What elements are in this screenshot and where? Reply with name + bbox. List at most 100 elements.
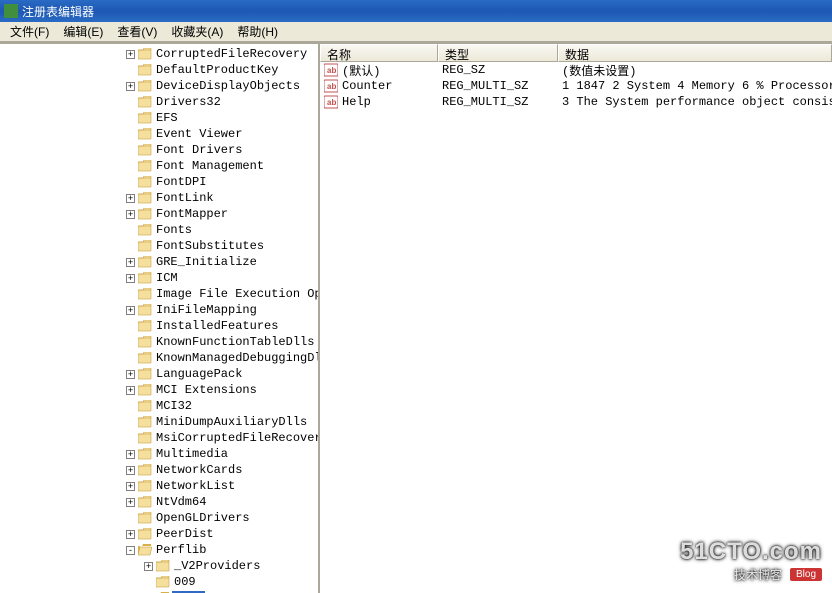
tree-item[interactable]: KnownManagedDebuggingDl [0, 350, 318, 366]
tree-item[interactable]: + Multimedia [0, 446, 318, 462]
col-header-type[interactable]: 类型 [438, 44, 558, 62]
collapse-icon[interactable]: - [126, 546, 135, 555]
tree-item-label[interactable]: PeerDist [154, 527, 216, 541]
tree-item-label[interactable]: NetworkCards [154, 463, 244, 477]
tree-item-label[interactable]: MCI Extensions [154, 383, 259, 397]
tree-item-label[interactable]: Drivers32 [154, 95, 223, 109]
expand-icon[interactable]: + [126, 370, 135, 379]
tree-item[interactable]: + ICM [0, 270, 318, 286]
tree-item-label[interactable]: Event Viewer [154, 127, 244, 141]
tree-item-label[interactable]: Perflib [154, 543, 208, 557]
folder-icon [138, 368, 152, 380]
tree-item[interactable]: MCI32 [0, 398, 318, 414]
tree-item-label[interactable]: IniFileMapping [154, 303, 259, 317]
tree-item[interactable]: + _V2Providers [0, 558, 318, 574]
tree-item-label[interactable]: OpenGLDrivers [154, 511, 252, 525]
tree-item[interactable]: FontDPI [0, 174, 318, 190]
svg-text:ab: ab [327, 82, 336, 91]
tree-item-label[interactable]: MsiCorruptedFileRecover [154, 431, 320, 445]
tree-item[interactable]: KnownFunctionTableDlls [0, 334, 318, 350]
tree-item[interactable]: Font Drivers [0, 142, 318, 158]
tree-item-label[interactable]: CorruptedFileRecovery [154, 47, 309, 61]
tree-item-label[interactable]: FontMapper [154, 207, 230, 221]
tree-item[interactable]: - Perflib [0, 542, 318, 558]
tree-item-label[interactable]: InstalledFeatures [154, 319, 280, 333]
tree-item[interactable]: Image File Execution Op [0, 286, 318, 302]
expand-icon[interactable]: + [126, 258, 135, 267]
menu-favorites[interactable]: 收藏夹(A) [165, 21, 229, 42]
tree-item-label[interactable]: LanguagePack [154, 367, 244, 381]
expand-icon[interactable]: + [144, 562, 153, 571]
tree-item[interactable]: + FontLink [0, 190, 318, 206]
tree-item[interactable]: Font Management [0, 158, 318, 174]
tree-item[interactable]: + FontMapper [0, 206, 318, 222]
tree-item-label[interactable]: GRE_Initialize [154, 255, 259, 269]
expand-icon[interactable]: + [126, 210, 135, 219]
tree-item[interactable]: MiniDumpAuxiliaryDlls [0, 414, 318, 430]
tree-item[interactable]: + DeviceDisplayObjects [0, 78, 318, 94]
expand-icon[interactable]: + [126, 498, 135, 507]
tree-item-label[interactable]: DeviceDisplayObjects [154, 79, 302, 93]
menu-help[interactable]: 帮助(H) [231, 21, 284, 42]
expand-icon[interactable]: + [126, 82, 135, 91]
col-header-name[interactable]: 名称 [320, 44, 438, 62]
expand-icon[interactable]: + [126, 450, 135, 459]
tree-item-label[interactable]: Image File Execution Op [154, 287, 320, 301]
tree-item[interactable]: OpenGLDrivers [0, 510, 318, 526]
tree-item[interactable]: + NtVdm64 [0, 494, 318, 510]
tree-item[interactable]: Drivers32 [0, 94, 318, 110]
tree-item-label[interactable]: KnownFunctionTableDlls [154, 335, 316, 349]
tree-item-label[interactable]: Multimedia [154, 447, 230, 461]
tree-item[interactable]: + IniFileMapping [0, 302, 318, 318]
tree-item-label[interactable]: EFS [154, 111, 180, 125]
tree-item-label[interactable]: FontDPI [154, 175, 208, 189]
tree-item-label[interactable]: _V2Providers [172, 559, 262, 573]
tree-item[interactable]: + NetworkList [0, 478, 318, 494]
tree-item[interactable]: + GRE_Initialize [0, 254, 318, 270]
tree-item-label[interactable]: NetworkList [154, 479, 237, 493]
tree-item-label[interactable]: Fonts [154, 223, 194, 237]
tree-item-label[interactable]: FontSubstitutes [154, 239, 266, 253]
menu-file[interactable]: 文件(F) [4, 21, 55, 42]
tree-item[interactable]: DefaultProductKey [0, 62, 318, 78]
tree-item[interactable]: 009 [0, 574, 318, 590]
expand-icon[interactable]: + [126, 530, 135, 539]
col-header-data[interactable]: 数据 [558, 44, 832, 62]
tree-item-label[interactable]: NtVdm64 [154, 495, 208, 509]
tree-item[interactable]: + CorruptedFileRecovery [0, 46, 318, 62]
menu-edit[interactable]: 编辑(E) [57, 21, 109, 42]
expand-icon[interactable]: + [126, 306, 135, 315]
tree-item[interactable]: MsiCorruptedFileRecover [0, 430, 318, 446]
expand-icon[interactable]: + [126, 274, 135, 283]
list-row[interactable]: abHelpREG_MULTI_SZ3 The System performan… [320, 94, 832, 110]
tree-item[interactable]: Fonts [0, 222, 318, 238]
expand-icon[interactable]: + [126, 50, 135, 59]
tree-item[interactable]: Event Viewer [0, 126, 318, 142]
tree-item-label[interactable]: MiniDumpAuxiliaryDlls [154, 415, 309, 429]
list-row[interactable]: ab(默认)REG_SZ(数值未设置) [320, 62, 832, 78]
tree-item-label[interactable]: 009 [172, 575, 198, 589]
tree-pane[interactable]: +CorruptedFileRecoveryDefaultProductKey+… [0, 44, 320, 593]
tree-item[interactable]: + LanguagePack [0, 366, 318, 382]
list-pane[interactable]: 名称 类型 数据 ab(默认)REG_SZ(数值未设置)abCounterREG… [320, 44, 832, 593]
tree-item-label[interactable]: Font Drivers [154, 143, 244, 157]
tree-item-label[interactable]: FontLink [154, 191, 216, 205]
tree-item-label[interactable]: ICM [154, 271, 180, 285]
menu-view[interactable]: 查看(V) [111, 21, 163, 42]
expand-icon[interactable]: + [126, 466, 135, 475]
tree-item[interactable]: + NetworkCards [0, 462, 318, 478]
expand-icon[interactable]: + [126, 386, 135, 395]
folder-icon [138, 48, 152, 60]
tree-item[interactable]: EFS [0, 110, 318, 126]
tree-item[interactable]: FontSubstitutes [0, 238, 318, 254]
tree-item[interactable]: + PeerDist [0, 526, 318, 542]
tree-item[interactable]: + MCI Extensions [0, 382, 318, 398]
tree-item-label[interactable]: DefaultProductKey [154, 63, 280, 77]
tree-item-label[interactable]: Font Management [154, 159, 266, 173]
tree-item-label[interactable]: KnownManagedDebuggingDl [154, 351, 320, 365]
expand-icon[interactable]: + [126, 194, 135, 203]
list-row[interactable]: abCounterREG_MULTI_SZ1 1847 2 System 4 M… [320, 78, 832, 94]
tree-item-label[interactable]: MCI32 [154, 399, 194, 413]
expand-icon[interactable]: + [126, 482, 135, 491]
tree-item[interactable]: InstalledFeatures [0, 318, 318, 334]
